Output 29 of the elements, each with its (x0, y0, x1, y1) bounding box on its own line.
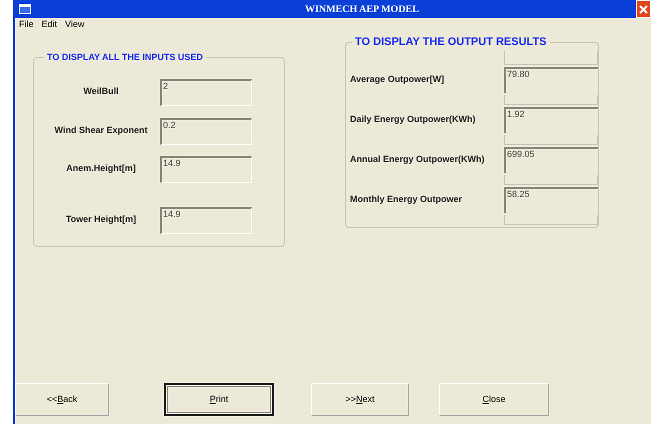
input-field[interactable]: 14.9 (160, 206, 252, 234)
dialog-button[interactable]: >>Next (311, 383, 409, 416)
field-label: Annual Energy Outpower(KWh) (350, 152, 486, 166)
close-icon (639, 4, 648, 14)
field-label: Wind Shear Exponent (54, 124, 148, 138)
output-field[interactable]: 79.80 (504, 66, 598, 92)
group-title: TO DISPLAY THE OUTPUT RESULTS (354, 35, 548, 50)
input-field[interactable]: 14.9 (160, 156, 252, 182)
window-title: WINMECH AEP MODEL (305, 2, 419, 16)
menu-item[interactable]: Edit (42, 18, 58, 32)
input-field[interactable]: 2 (160, 78, 252, 106)
menu-item[interactable]: View (65, 18, 84, 32)
field-label: WeilBull (82, 85, 120, 98)
dialog-button[interactable]: Close (439, 383, 549, 416)
field-label: Tower Height[m] (64, 213, 138, 226)
menu-item[interactable]: File (19, 18, 34, 32)
field-label: Monthly Energy Outpower (350, 192, 464, 206)
output-field[interactable]: 1.92 (504, 106, 598, 132)
group-title: TO DISPLAY ALL THE INPUTS USED (46, 51, 204, 64)
output-field[interactable]: 699.05 (504, 146, 598, 172)
output-field[interactable]: 58.25 (504, 186, 598, 212)
close-button[interactable] (636, 0, 651, 18)
dialog-button[interactable]: <<Back (15, 383, 109, 416)
field-label: Average Outpower[W] (350, 72, 446, 86)
dialog-button[interactable]: Print (164, 383, 274, 416)
app-icon (19, 4, 31, 14)
field-label: Daily Energy Outpower(KWh) (350, 112, 477, 126)
input-field[interactable]: 0.2 (160, 118, 252, 144)
field-label: Anem.Height[m] (65, 162, 137, 176)
